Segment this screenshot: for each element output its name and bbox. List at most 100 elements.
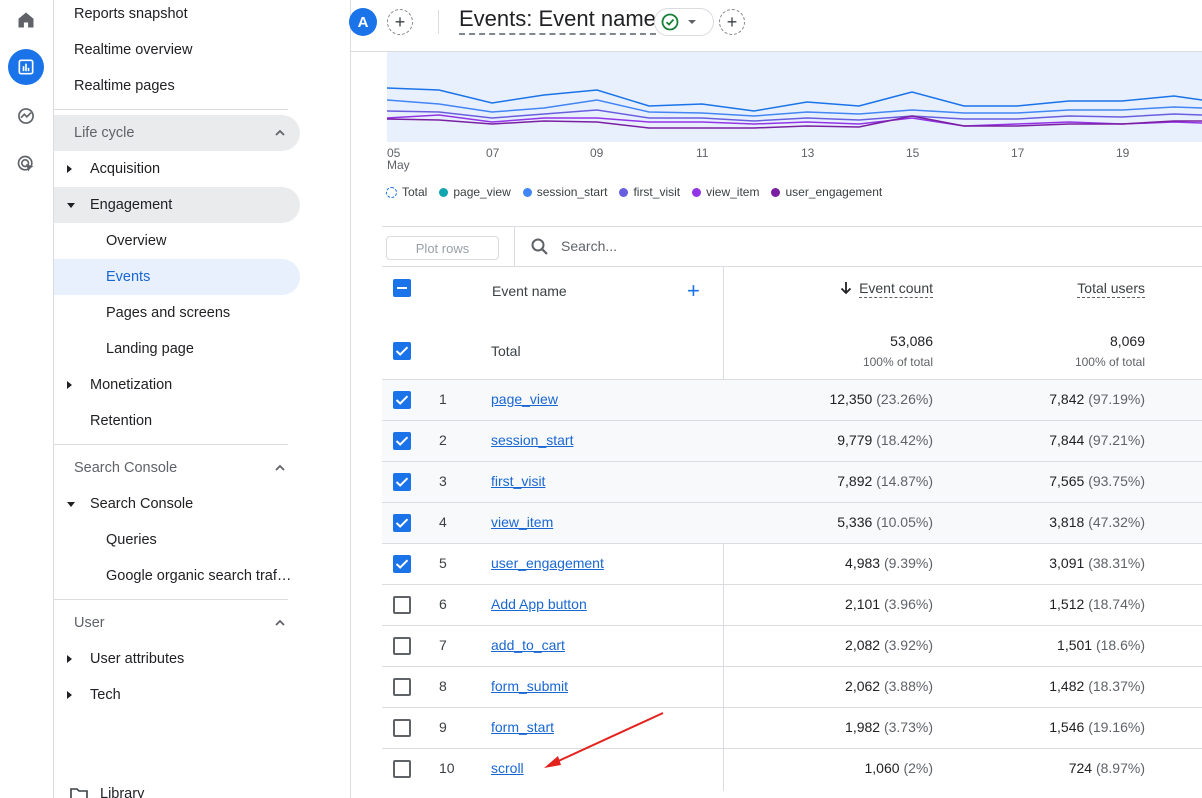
explore-icon[interactable] [8, 98, 44, 134]
sidebar-item-library[interactable]: Library [54, 784, 300, 798]
table-search-input[interactable]: Search... [561, 238, 617, 254]
event-count-cell: 1,060 (2%) [865, 760, 934, 776]
add-comparison-button[interactable]: + [387, 9, 413, 35]
legend-item-page-view[interactable]: page_view [439, 185, 511, 199]
total-users-percent: (38.31%) [1088, 555, 1145, 571]
row-checkbox[interactable] [393, 432, 411, 450]
legend-item-session-start[interactable]: session_start [522, 185, 607, 199]
sidebar-item-realtime-overview[interactable]: Realtime overview [54, 32, 300, 68]
event-count-percent: (3.92%) [883, 637, 933, 653]
sidebar-item-retention[interactable]: Retention [54, 403, 300, 439]
sidebar-item-events[interactable]: Events [54, 259, 300, 295]
sidebar-item-acquisition[interactable]: Acquisition [54, 151, 300, 187]
sidebar-section-life-cycle[interactable]: Life cycle [54, 115, 300, 151]
header-divider [438, 10, 439, 34]
table-row[interactable]: 10 scroll 1,060 (2%) 724 (8.97%) [382, 748, 1202, 789]
total-event-count: 53,086 [890, 333, 933, 349]
row-checkbox[interactable] [393, 760, 411, 778]
row-checkbox[interactable] [393, 391, 411, 409]
row-checkbox[interactable] [393, 637, 411, 655]
event-count-value: 2,062 [845, 678, 881, 694]
legend-swatch [692, 187, 702, 197]
table-row[interactable]: 9 form_start 1,982 (3.73%) 1,546 (19.16%) [382, 707, 1202, 748]
reports-icon[interactable] [8, 49, 44, 85]
event-name-link[interactable]: view_item [491, 514, 553, 530]
sidebar-item-reports-snapshot[interactable]: Reports snapshot [54, 0, 300, 32]
add-dimension-button[interactable]: + [687, 278, 700, 304]
event-name-link[interactable]: first_visit [491, 473, 545, 489]
home-icon[interactable] [8, 2, 44, 38]
add-filter-button[interactable]: + [719, 9, 745, 35]
caret-right-icon [67, 381, 72, 389]
row-checkbox[interactable] [393, 719, 411, 737]
sidebar-divider [54, 109, 288, 110]
select-all-checkbox[interactable] [393, 279, 411, 297]
plot-rows-button[interactable]: Plot rows [386, 236, 499, 260]
plus-icon: + [726, 11, 738, 32]
sidebar: Reports snapshot Realtime overview Realt… [54, 0, 351, 798]
total-users-value: 7,842 [1049, 391, 1085, 407]
event-name-link[interactable]: user_engagement [491, 555, 604, 571]
sidebar-item-monetization[interactable]: Monetization [54, 367, 300, 403]
legend-item-user-engagement[interactable]: user_engagement [771, 185, 882, 199]
total-row-checkbox[interactable] [393, 342, 411, 360]
sidebar-item-realtime-pages[interactable]: Realtime pages [54, 68, 300, 104]
column-header-event-count[interactable]: Event count [859, 280, 933, 298]
sidebar-item-search-console[interactable]: Search Console [54, 486, 300, 522]
sidebar-item-label: Library [100, 786, 145, 798]
table-row[interactable]: 5 user_engagement 4,983 (9.39%) 3,091 (38.3… [382, 543, 1202, 584]
column-header-total-users[interactable]: Total users [1077, 280, 1145, 298]
event-count-value: 1,060 [864, 760, 900, 776]
comparison-avatar[interactable]: A [349, 8, 377, 36]
sidebar-item-user-attributes[interactable]: User attributes [54, 641, 300, 677]
table-row[interactable]: 4 view_item 5,336 (10.05%) 3,818 (47.32%) [382, 502, 1202, 543]
sidebar-item-landing-page[interactable]: Landing page [54, 331, 300, 367]
sidebar-section-user[interactable]: User [54, 605, 300, 641]
table-row[interactable]: 2 session_start 9,779 (18.42%) 7,844 (97.21… [382, 420, 1202, 461]
legend-label: Total [402, 185, 428, 199]
row-checkbox[interactable] [393, 555, 411, 573]
x-tick-month-label: May [387, 158, 410, 172]
row-number: 10 [439, 760, 455, 776]
event-name-link[interactable]: form_submit [491, 678, 568, 694]
sidebar-item-queries[interactable]: Queries [54, 522, 300, 558]
sidebar-item-engagement[interactable]: Engagement [54, 187, 300, 223]
column-header-event-name[interactable]: Event name [492, 283, 567, 299]
table-row[interactable]: 8 form_submit 2,062 (3.88%) 1,482 (18.37%) [382, 666, 1202, 707]
total-users-percent: (19.16%) [1088, 719, 1145, 735]
total-users-percent: (18.37%) [1088, 678, 1145, 694]
legend-item-first-visit[interactable]: first_visit [619, 185, 680, 199]
table-row[interactable]: 1 page_view 12,350 (23.26%) 7,842 (97.19%) [382, 379, 1202, 420]
sidebar-item-google-organic-search[interactable]: Google organic search traf… [54, 558, 300, 594]
table-row[interactable]: 3 first_visit 7,892 (14.87%) 7,565 (93.75%) [382, 461, 1202, 502]
total-users-value: 1,512 [1049, 596, 1085, 612]
event-name-link[interactable]: add_to_cart [491, 637, 565, 653]
total-users-value: 7,844 [1049, 432, 1085, 448]
table-row[interactable]: 6 Add App button 2,101 (3.96%) 1,512 (18.74… [382, 584, 1202, 625]
sidebar-section-search-console[interactable]: Search Console [54, 450, 300, 486]
page-title[interactable]: Events: Event name [459, 6, 656, 35]
row-checkbox[interactable] [393, 596, 411, 614]
row-checkbox[interactable] [393, 473, 411, 491]
advertising-icon[interactable] [8, 146, 44, 182]
total-users-cell: 1,501 (18.6%) [1057, 637, 1145, 653]
row-number: 7 [439, 637, 447, 653]
row-checkbox[interactable] [393, 514, 411, 532]
x-tick-label: 13 [801, 146, 815, 160]
table-row[interactable]: 7 add_to_cart 2,082 (3.92%) 1,501 (18.6%) [382, 625, 1202, 666]
report-status-dropdown[interactable] [654, 8, 714, 36]
event-name-link[interactable]: session_start [491, 432, 573, 448]
sidebar-item-overview[interactable]: Overview [54, 223, 300, 259]
event-name-link[interactable]: Add App button [491, 596, 587, 612]
check-circle-icon [661, 13, 679, 31]
sidebar-item-pages-and-screens[interactable]: Pages and screens [54, 295, 300, 331]
sort-arrow-down-icon[interactable] [840, 281, 852, 300]
sidebar-item-tech[interactable]: Tech [54, 677, 300, 713]
event-name-link[interactable]: scroll [491, 760, 524, 776]
row-checkbox[interactable] [393, 678, 411, 696]
event-name-link[interactable]: page_view [491, 391, 558, 407]
caret-down-icon [67, 502, 75, 507]
legend-item-view-item[interactable]: view_item [692, 185, 759, 199]
legend-item-total[interactable]: Total [386, 185, 427, 199]
total-users-value: 7,565 [1049, 473, 1085, 489]
